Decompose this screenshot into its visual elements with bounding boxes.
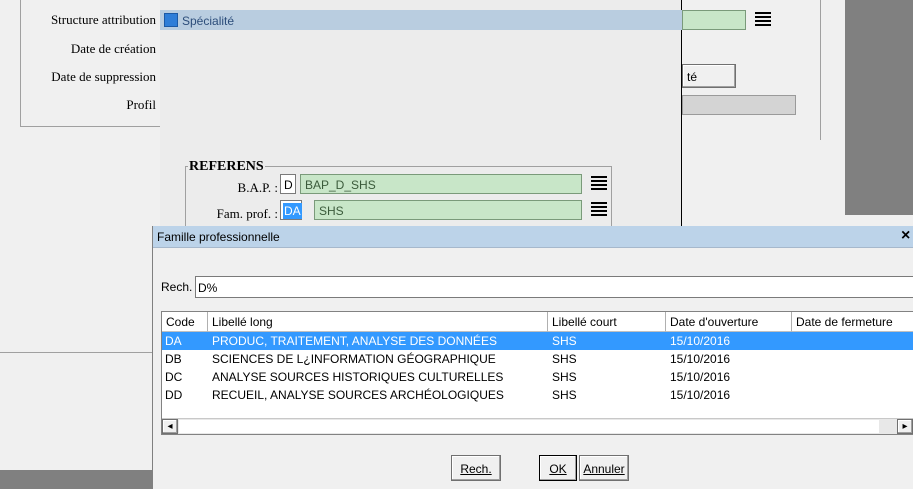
dialog-title: Famille professionnelle — [157, 230, 280, 244]
bottom-status-strip — [0, 470, 152, 489]
results-list[interactable]: Code Libellé long Libellé court Date d'o… — [161, 311, 913, 435]
table-row[interactable]: DB SCIENCES DE L¿INFORMATION GÉOGRAPHIQU… — [162, 350, 913, 368]
col-header-date-fermeture[interactable]: Date de fermeture — [792, 312, 913, 332]
tree-node-icon — [164, 13, 178, 27]
vertical-separator — [820, 0, 821, 140]
col-header-libelle-court[interactable]: Libellé court — [548, 312, 666, 332]
profil-field — [682, 95, 796, 115]
col-header-code[interactable]: Code — [162, 312, 208, 332]
cell-libelle-court: SHS — [552, 370, 577, 384]
annuler-button-label: Annuler — [583, 462, 625, 476]
cell-date-ouverture: 15/10/2016 — [670, 370, 731, 384]
structure-field[interactable] — [682, 10, 746, 30]
referens-title: REFERENS — [188, 159, 265, 175]
label-structure-attribution: Structure attribution — [50, 12, 156, 27]
list-icon[interactable] — [754, 10, 772, 28]
bap-code: D — [284, 178, 293, 192]
scroll-right-icon[interactable]: ▸ — [897, 419, 913, 434]
partial-button[interactable]: té — [682, 64, 736, 88]
search-value: D% — [198, 281, 218, 295]
fam-label: Fam. prof. : — [216, 206, 278, 221]
popup-item-specialite[interactable]: Spécialité — [160, 10, 682, 30]
search-input[interactable]: D% — [195, 276, 913, 298]
fam-value: SHS — [319, 204, 344, 218]
cell-date-ouverture: 15/10/2016 — [670, 352, 731, 366]
cell-libelle-court: SHS — [552, 352, 577, 366]
ok-button[interactable]: OK — [539, 455, 577, 481]
cell-libelle-long: RECUEIL, ANALYSE SOURCES ARCHÉOLOGIQUES — [212, 388, 504, 402]
dialog-titlebar: Famille professionnelle × — [153, 226, 913, 248]
annuler-button[interactable]: Annuler — [579, 455, 629, 481]
cell-date-ouverture: 15/10/2016 — [670, 334, 731, 348]
cell-date-ouverture: 15/10/2016 — [670, 388, 731, 402]
cell-libelle-long: PRODUC, TRAITEMENT, ANALYSE DES DONNÉES — [212, 334, 497, 348]
cell-libelle-long: SCIENCES DE L¿INFORMATION GÉOGRAPHIQUE — [212, 352, 496, 366]
label-profil: Profil — [126, 97, 156, 112]
bap-value: BAP_D_SHS — [305, 178, 376, 192]
cell-code: DA — [165, 334, 182, 348]
cell-libelle-long: ANALYSE SOURCES HISTORIQUES CULTURELLES — [212, 370, 504, 384]
close-icon[interactable]: × — [901, 227, 910, 245]
fam-code-field[interactable]: DA — [280, 200, 302, 220]
partial-button-label: té — [687, 70, 698, 84]
rech-button-label: Rech. — [460, 462, 492, 476]
table-row[interactable]: DA PRODUC, TRAITEMENT, ANALYSE DES DONNÉ… — [162, 332, 913, 350]
cell-code: DD — [165, 388, 183, 402]
fam-list-icon[interactable] — [590, 200, 608, 218]
scroll-left-icon[interactable]: ◂ — [162, 419, 178, 434]
cell-libelle-court: SHS — [552, 388, 577, 402]
popup-item-label: Spécialité — [182, 14, 235, 28]
famille-dialog: Famille professionnelle × Rech. D% Code … — [152, 226, 913, 489]
horizontal-scrollbar[interactable]: ◂ ▸ — [162, 418, 913, 434]
groupbox-bottom-border — [20, 126, 160, 127]
bap-list-icon[interactable] — [590, 174, 608, 192]
scroll-thumb[interactable] — [179, 420, 879, 433]
rech-button[interactable]: Rech. — [451, 455, 501, 481]
table-row[interactable]: DD RECUEIL, ANALYSE SOURCES ARCHÉOLOGIQU… — [162, 386, 913, 404]
col-header-libelle-long[interactable]: Libellé long — [208, 312, 548, 332]
bap-value-field[interactable]: BAP_D_SHS — [300, 174, 582, 194]
label-date-creation: Date de création — [70, 41, 156, 56]
col-header-date-ouverture[interactable]: Date d'ouverture — [666, 312, 792, 332]
cell-code: DB — [165, 352, 182, 366]
fam-code: DA — [283, 203, 302, 219]
groupbox-left-border — [20, 0, 21, 127]
divider-line — [0, 352, 152, 353]
cell-libelle-court: SHS — [552, 334, 577, 348]
fam-value-field[interactable]: SHS — [314, 200, 582, 220]
search-label: Rech. — [161, 280, 193, 294]
cell-code: DC — [165, 370, 183, 384]
dark-side-panel — [845, 0, 913, 215]
table-row[interactable]: DC ANALYSE SOURCES HISTORIQUES CULTURELL… — [162, 368, 913, 386]
bap-code-field[interactable]: D — [280, 174, 296, 194]
ok-button-label: OK — [549, 462, 567, 476]
bap-label: B.A.P. : — [237, 180, 278, 195]
label-date-suppression: Date de suppression — [51, 69, 156, 84]
